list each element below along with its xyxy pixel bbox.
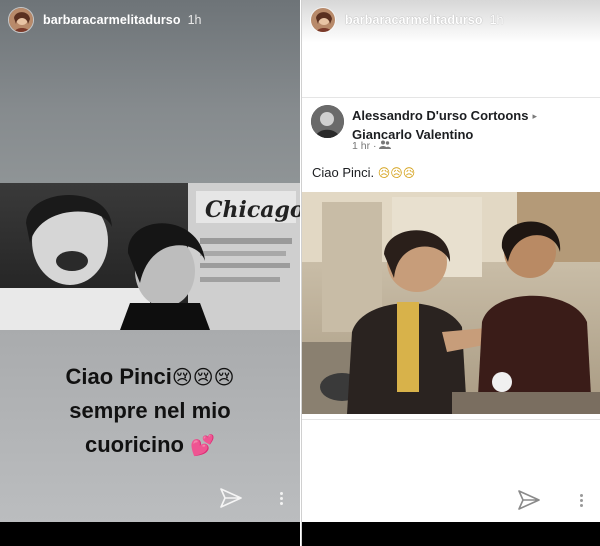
story-time: 1h <box>187 13 202 27</box>
send-icon[interactable] <box>518 490 540 510</box>
left-story-panel: barbaracarmelitadurso 1h Chicago Ciao Pi… <box>0 0 300 546</box>
more-options-icon[interactable] <box>278 490 284 508</box>
user-avatar[interactable] <box>8 7 34 33</box>
send-icon[interactable] <box>220 488 242 508</box>
shared-post-card[interactable]: Alessandro D'urso Cortoons ▸ Giancarlo Va… <box>302 97 600 420</box>
story-caption: Ciao Pinci😢😢😢 sempre nel mio cuoricino 💕 <box>0 360 300 462</box>
story-header: barbaracarmelitadurso 1h <box>310 6 592 34</box>
caption-line-3: cuoricino 💕 <box>84 432 216 457</box>
user-avatar[interactable] <box>310 7 336 33</box>
story-username[interactable]: barbaracarmelitadurso <box>43 13 181 27</box>
bottom-bar <box>0 522 300 546</box>
hearts-emoji: 💕 <box>190 433 216 457</box>
story-time: 1h <box>489 13 504 27</box>
story-background-bottom: Ciao Pinci😢😢😢 sempre nel mio cuoricino 💕 <box>0 330 300 522</box>
poster-text: Chicago <box>205 197 300 223</box>
right-story-panel: barbaracarmelitadurso 1h Alessandro D'ur… <box>301 0 600 546</box>
post-photo[interactable] <box>302 192 600 414</box>
bottom-bar <box>302 522 600 546</box>
more-options-icon[interactable] <box>578 492 584 510</box>
story-header: barbaracarmelitadurso 1h <box>8 6 292 34</box>
caption-line-1: Ciao Pinci😢😢😢 <box>65 364 235 389</box>
friends-icon <box>379 140 392 152</box>
arrow-right-icon: ▸ <box>532 111 537 121</box>
story-username[interactable]: barbaracarmelitadurso <box>345 13 483 27</box>
post-names: Alessandro D'urso Cortoons ▸ Giancarlo Va… <box>352 107 593 142</box>
post-author-avatar[interactable] <box>311 105 344 138</box>
post-meta: 1 hr · <box>352 140 392 152</box>
post-author-name[interactable]: Alessandro D'urso Cortoons <box>352 108 528 123</box>
post-time: 1 hr · <box>352 140 380 152</box>
caption-line-2: sempre nel mio <box>69 398 231 423</box>
post-text: Ciao Pinci. 😥😥😥 <box>312 165 416 180</box>
crying-emoji: 😢😢😢 <box>171 365 235 389</box>
story-photo: Chicago <box>0 183 300 330</box>
sad-emoji: 😥😥😥 <box>377 166 416 180</box>
